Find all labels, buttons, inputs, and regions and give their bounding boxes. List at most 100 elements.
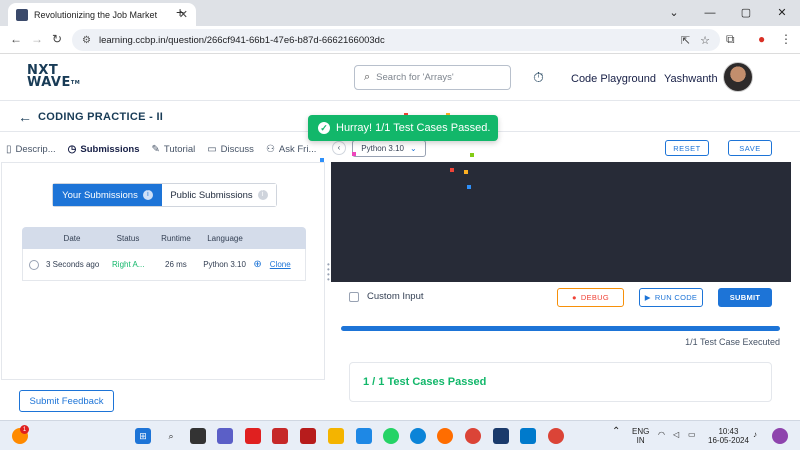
page-title: CODING PRACTICE - II (38, 111, 164, 123)
test-progress-fill (341, 326, 780, 331)
firefox-icon[interactable] (437, 428, 453, 444)
tab-discuss[interactable]: ▭ Discuss (201, 136, 260, 162)
clone-icon[interactable]: ⊕ (253, 259, 261, 270)
chrome-menu-icon[interactable]: ⋮ (780, 32, 792, 46)
chevron-up-icon[interactable]: ⌃ (612, 427, 620, 437)
open-in-app-icon[interactable]: ⇱ (681, 34, 690, 47)
bookmark-star-icon[interactable]: ☆ (700, 34, 710, 47)
collapse-panel-icon[interactable]: ‹ (332, 141, 346, 155)
battery-icon[interactable]: ▭ (688, 430, 696, 439)
save-button[interactable]: SAVE (728, 140, 772, 156)
run-code-button[interactable]: ▶ RUN CODE (639, 288, 703, 307)
language-indicator[interactable]: ENG IN (632, 427, 649, 445)
submit-feedback-button[interactable]: Submit Feedback (19, 390, 114, 412)
minimize-button[interactable]: — (692, 0, 728, 26)
app-icon[interactable] (245, 428, 261, 444)
search-icon[interactable]: ⌕ (163, 428, 179, 444)
extensions-icon[interactable]: ⧉ (726, 32, 735, 47)
confetti-piece (467, 185, 471, 189)
browser-tab-title: Revolutionizing the Job Market (34, 9, 158, 20)
tab-search-icon[interactable]: ⌄ (656, 0, 692, 26)
confetti-piece (470, 153, 474, 157)
nxtwave-app-icon[interactable] (493, 428, 509, 444)
confetti-piece (450, 168, 454, 172)
column-header-runtime: Runtime (161, 233, 191, 243)
clone-link[interactable]: Clone (270, 260, 291, 269)
browser-tab[interactable]: Revolutionizing the Job Market ✕ (8, 3, 196, 26)
clock-icon: ◷ (67, 143, 77, 155)
column-header-language: Language (207, 233, 243, 243)
whatsapp-icon[interactable] (383, 428, 399, 444)
teams-icon[interactable] (217, 428, 233, 444)
avatar[interactable] (723, 62, 753, 92)
submissions-toggle: Your Submissions i Public Submissions i (52, 183, 277, 207)
submit-button[interactable]: SUBMIT (718, 288, 772, 307)
cell-runtime: 26 ms (165, 260, 187, 269)
tab-tutorial[interactable]: ✎ Tutorial (146, 136, 202, 162)
chrome-icon[interactable] (465, 428, 481, 444)
tab-submissions[interactable]: ◷ Submissions (62, 136, 146, 162)
notifications-bell-icon[interactable]: ♪ (753, 430, 757, 439)
notification-badge: 1 (20, 425, 29, 434)
search-input[interactable]: ⌕ Search for 'Arrays' (354, 65, 511, 90)
language-select[interactable]: Python 3.10 ⌄ (352, 140, 426, 157)
result-card: 1 / 1 Test Cases Passed (349, 362, 772, 402)
url-bar[interactable]: ⚙ learning.ccbp.in/question/266cf941-66b… (72, 29, 720, 51)
debug-button[interactable]: ● DEBUG (557, 288, 624, 307)
vscode-icon[interactable] (520, 428, 536, 444)
search-icon: ⌕ (364, 71, 371, 83)
check-circle-icon: ✓ (318, 122, 330, 134)
your-submissions-button[interactable]: Your Submissions i (53, 184, 162, 206)
problem-tabs: ▯ Descrip... ◷ Submissions ✎ Tutorial ▭ … (0, 136, 328, 162)
site-info-icon[interactable]: ⚙ (82, 35, 91, 46)
code-playground-link[interactable]: Code Playground (571, 73, 656, 85)
info-icon[interactable]: i (142, 190, 153, 200)
custom-input-toggle[interactable]: Custom Input (349, 291, 424, 302)
table-row[interactable]: 3 Seconds ago Right A... 26 ms Python 3.… (22, 249, 306, 281)
file-explorer-icon[interactable] (328, 428, 344, 444)
language-selected: Python 3.10 (361, 144, 404, 153)
mcafee-icon[interactable] (272, 428, 288, 444)
back-arrow-icon[interactable]: ← (10, 32, 22, 46)
wifi-icon[interactable]: ◠ (658, 430, 665, 439)
info-icon[interactable]: i (257, 190, 268, 200)
tab-description[interactable]: ▯ Descrip... (0, 136, 62, 162)
code-editor[interactable] (331, 162, 791, 282)
new-tab-button[interactable]: + (176, 4, 184, 20)
reset-button[interactable]: RESET (665, 140, 709, 156)
custom-input-checkbox[interactable] (349, 291, 359, 302)
task-view-icon[interactable] (190, 428, 206, 444)
row-select-radio[interactable] (28, 259, 39, 270)
back-arrow-icon[interactable]: ← (18, 109, 32, 125)
clock[interactable]: 10:43 16-05-2024 (708, 427, 749, 445)
close-window-button[interactable]: ✕ (764, 0, 800, 26)
nx-app-icon[interactable] (300, 428, 316, 444)
windows-start-icon[interactable]: ⊞ (135, 428, 151, 444)
address-bar-row: ← → ↻ ⚙ learning.ccbp.in/question/266cf9… (0, 26, 800, 54)
lang-region: IN (636, 436, 645, 445)
public-submissions-button[interactable]: Public Submissions i (162, 184, 276, 206)
user-name[interactable]: Yashwanth (664, 73, 718, 85)
edge-icon[interactable] (410, 428, 426, 444)
toast-message: Hurray! 1/1 Test Cases Passed. (336, 122, 491, 134)
lang-code: ENG (632, 427, 650, 436)
logo-line-2: WAVE (27, 75, 71, 90)
tab-label: Discuss (220, 143, 254, 155)
test-progress-bar (341, 326, 780, 331)
chat-icon: ▭ (207, 143, 217, 155)
copilot-icon[interactable] (772, 428, 788, 444)
nxtwave-logo[interactable]: NXT WAVETM (27, 64, 80, 90)
volume-icon[interactable]: ◁ (673, 430, 679, 439)
toggle-label: Your Submissions (62, 189, 138, 201)
forward-arrow-icon[interactable]: → (31, 32, 43, 46)
run-label: RUN CODE (654, 293, 698, 302)
panel-resize-handle[interactable]: • • • • (327, 261, 330, 284)
timer-icon[interactable]: ⏱ (533, 69, 544, 86)
tab-label: Ask Fri... (278, 143, 317, 155)
app-icon[interactable] (356, 428, 372, 444)
profile-icon[interactable]: ● (758, 32, 765, 46)
reload-icon[interactable]: ↻ (52, 32, 62, 46)
chrome-active-icon[interactable] (548, 428, 564, 444)
success-toast: ✓ Hurray! 1/1 Test Cases Passed. (308, 115, 498, 141)
maximize-button[interactable]: ▢ (728, 0, 764, 26)
